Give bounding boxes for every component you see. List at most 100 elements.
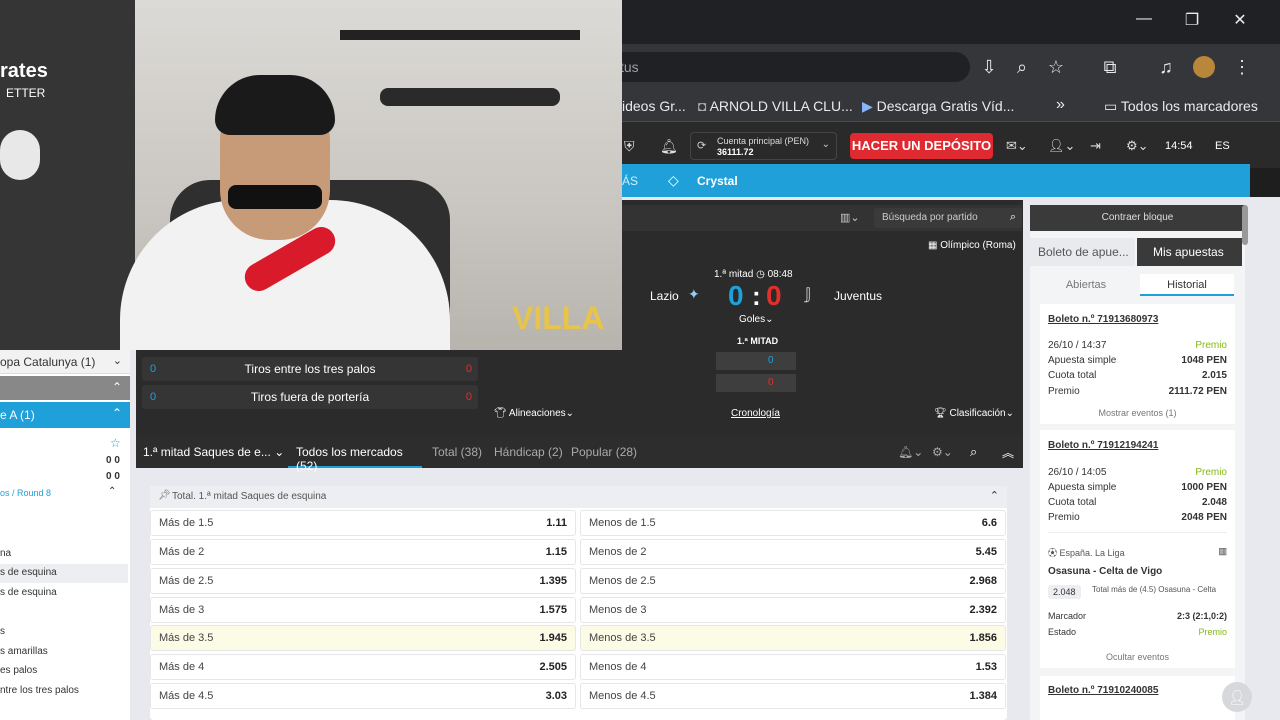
- odd-button[interactable]: Menos de 1.5 6.6: [580, 510, 1006, 536]
- user-icon[interactable]: 👤︎⌄: [1048, 138, 1075, 154]
- tab-total[interactable]: Total (38): [432, 445, 482, 459]
- poster-text: rates: [0, 60, 48, 82]
- odd-button[interactable]: Menos de 3.5 1.856: [580, 625, 1006, 651]
- bell-icon[interactable]: 🔔︎: [660, 138, 678, 155]
- menu-kebab-icon[interactable]: ⋮: [1228, 53, 1256, 81]
- wall-bar: [340, 30, 580, 40]
- profile-avatar[interactable]: [1193, 56, 1215, 78]
- bell-icon[interactable]: 🔔︎⌄: [898, 445, 923, 459]
- ticket-id[interactable]: Boleto n.º 71913680973: [1048, 314, 1227, 325]
- odd-button[interactable]: Menos de 4.5 1.384: [580, 683, 1006, 709]
- subtab-open[interactable]: Abiertas: [1040, 274, 1132, 296]
- odd-button[interactable]: Más de 4.5 3.03: [150, 683, 576, 709]
- ticket-id[interactable]: Boleto n.º 71910240085: [1048, 685, 1227, 696]
- period-clock: 1.ª mitad ◷ 08:48: [714, 269, 793, 280]
- league-item-active[interactable]: e A (1) ⌃: [0, 402, 130, 428]
- market-item[interactable]: es palos: [0, 665, 37, 676]
- bookmark-folder[interactable]: ▭ Todos los marcadores: [1104, 98, 1258, 115]
- stats-chart-icon[interactable]: ▥⌄: [840, 211, 860, 224]
- star-bookmark-icon[interactable]: ☆: [1042, 53, 1070, 81]
- balance-value: 36111.72: [717, 147, 754, 157]
- tab-handicap[interactable]: Hándicap (2): [494, 445, 563, 459]
- hide-events-link[interactable]: Ocultar eventos: [1048, 652, 1227, 662]
- sport-header[interactable]: ⌃: [0, 376, 130, 400]
- clock-time: 14:54: [1165, 140, 1193, 152]
- odd-button[interactable]: Menos de 2.5 2.968: [580, 568, 1006, 594]
- market-item[interactable]: na: [0, 548, 11, 559]
- collapse-double-up-icon[interactable]: ︽: [1002, 444, 1014, 461]
- half-score-away: 0: [716, 374, 796, 392]
- settings-gear-icon[interactable]: ⚙⌄: [1126, 138, 1149, 154]
- address-input[interactable]: tus: [600, 52, 970, 82]
- subtab-history[interactable]: Historial: [1140, 274, 1234, 296]
- market-item[interactable]: s de esquina: [0, 587, 57, 598]
- market-selector[interactable]: 1.ª mitad Saques de e... ⌄: [143, 445, 284, 459]
- zoom-icon[interactable]: ⌕: [1008, 53, 1036, 81]
- sunglasses: [228, 185, 322, 209]
- extensions-icon[interactable]: ⧉: [1096, 53, 1124, 81]
- bookmark-item[interactable]: ideos Gr...: [622, 98, 686, 114]
- shield-icon[interactable]: ⛨: [624, 138, 635, 155]
- market-item[interactable]: ntre los tres palos: [0, 685, 79, 696]
- tab-bet-slip[interactable]: Boleto de apue...: [1030, 238, 1135, 266]
- search-icon[interactable]: ⌕: [970, 444, 977, 460]
- messages-icon[interactable]: ✉⌄: [1006, 138, 1028, 154]
- odd-button[interactable]: Más de 1.5 1.11: [150, 510, 576, 536]
- stadium-icon: ▦: [928, 240, 941, 251]
- install-app-icon[interactable]: ⇩: [975, 53, 1003, 81]
- timeline-link[interactable]: Cronología: [731, 408, 780, 419]
- standings-link[interactable]: 🏆︎ Clasificación⌄: [934, 408, 1014, 419]
- maximize-button[interactable]: ❐: [1172, 10, 1212, 30]
- odd-button[interactable]: Más de 2 1.15: [150, 539, 576, 565]
- language-selector[interactable]: ES: [1215, 140, 1230, 152]
- market-item[interactable]: s amarillas: [0, 646, 48, 657]
- show-events-link[interactable]: Mostrar eventos (1): [1048, 408, 1227, 418]
- nav-more[interactable]: ÁS: [622, 174, 638, 188]
- brand-logo-text: VILLA: [512, 300, 605, 336]
- nav-crystal[interactable]: Crystal: [697, 174, 738, 188]
- odd-button[interactable]: Menos de 2 5.45: [580, 539, 1006, 565]
- odd-button[interactable]: Más de 4 2.505: [150, 654, 576, 680]
- settings-gear-icon[interactable]: ⚙⌄: [932, 445, 953, 459]
- scrollbar[interactable]: [1242, 205, 1248, 245]
- event-odd: 2.048: [1048, 585, 1081, 599]
- bookmark-item[interactable]: ◘ ARNOLD VILLA CLU...: [698, 98, 853, 114]
- lineups-link[interactable]: 👕︎ Alineaciones⌄: [494, 408, 574, 419]
- match-search-input[interactable]: Búsqueda por partido ⌕: [874, 208, 1022, 228]
- tab-all-markets[interactable]: Todos los mercados (52): [288, 437, 422, 473]
- collapse-block-button[interactable]: Contraer bloque: [1030, 205, 1245, 231]
- ticket-id[interactable]: Boleto n.º 71912194241: [1048, 440, 1227, 451]
- odd-button[interactable]: Más de 2.5 1.395: [150, 568, 576, 594]
- chat-support-icon[interactable]: 👤︎: [1222, 682, 1252, 712]
- media-control-icon[interactable]: ♫: [1152, 53, 1180, 81]
- score-line: 0 0: [106, 455, 120, 466]
- more-bookmarks-icon[interactable]: »: [1056, 96, 1065, 114]
- favorite-star-icon[interactable]: ☆: [110, 436, 121, 450]
- event-pick: Total más de (4.5) Osasuna - Celta: [1092, 585, 1217, 594]
- bookmark-item[interactable]: ▶ Descarga Gratis Víd...: [862, 98, 1014, 115]
- soccer-ball-icon: ⚽︎: [1048, 548, 1060, 558]
- chevron-down-icon: ⌄: [821, 139, 830, 150]
- logout-icon[interactable]: ⇥: [1090, 138, 1101, 154]
- odd-button[interactable]: Más de 3.5 1.945: [150, 625, 576, 651]
- account-selector[interactable]: ⟳ Cuenta principal (PEN) 36111.72 ⌄: [690, 132, 837, 160]
- bookmark-favicon-icon: ◘: [698, 98, 710, 114]
- odd-button[interactable]: Menos de 3 2.392: [580, 597, 1006, 623]
- odd-button[interactable]: Menos de 4 1.53: [580, 654, 1006, 680]
- lazio-crest-icon: ✦: [688, 286, 700, 302]
- goals-dropdown[interactable]: Goles⌄: [739, 314, 774, 325]
- league-item[interactable]: opa Catalunya (1) ⌄: [0, 350, 130, 374]
- tab-my-bets[interactable]: Mis apuestas: [1137, 238, 1242, 266]
- stadium-label: ▦ Olímpico (Roma): [928, 240, 1016, 251]
- market-item[interactable]: s: [0, 626, 5, 637]
- market-group-header[interactable]: 📌︎ Total. 1.ª mitad Saques de esquina ⌃: [150, 486, 1007, 508]
- tab-popular[interactable]: Popular (28): [571, 445, 637, 459]
- round-link[interactable]: os / Round 8: [0, 488, 51, 498]
- close-window-button[interactable]: ✕: [1220, 10, 1260, 30]
- minimize-button[interactable]: —: [1124, 10, 1164, 28]
- deposit-button[interactable]: HACER UN DEPÓSITO: [850, 133, 993, 159]
- odd-button[interactable]: Más de 3 1.575: [150, 597, 576, 623]
- market-item-selected[interactable]: s de esquina: [0, 564, 128, 583]
- stat-row: 0 Tiros fuera de portería 0: [142, 385, 478, 409]
- bet-ticket: Boleto n.º 71913680973 26/10 / 14:37 Prem…: [1040, 304, 1235, 424]
